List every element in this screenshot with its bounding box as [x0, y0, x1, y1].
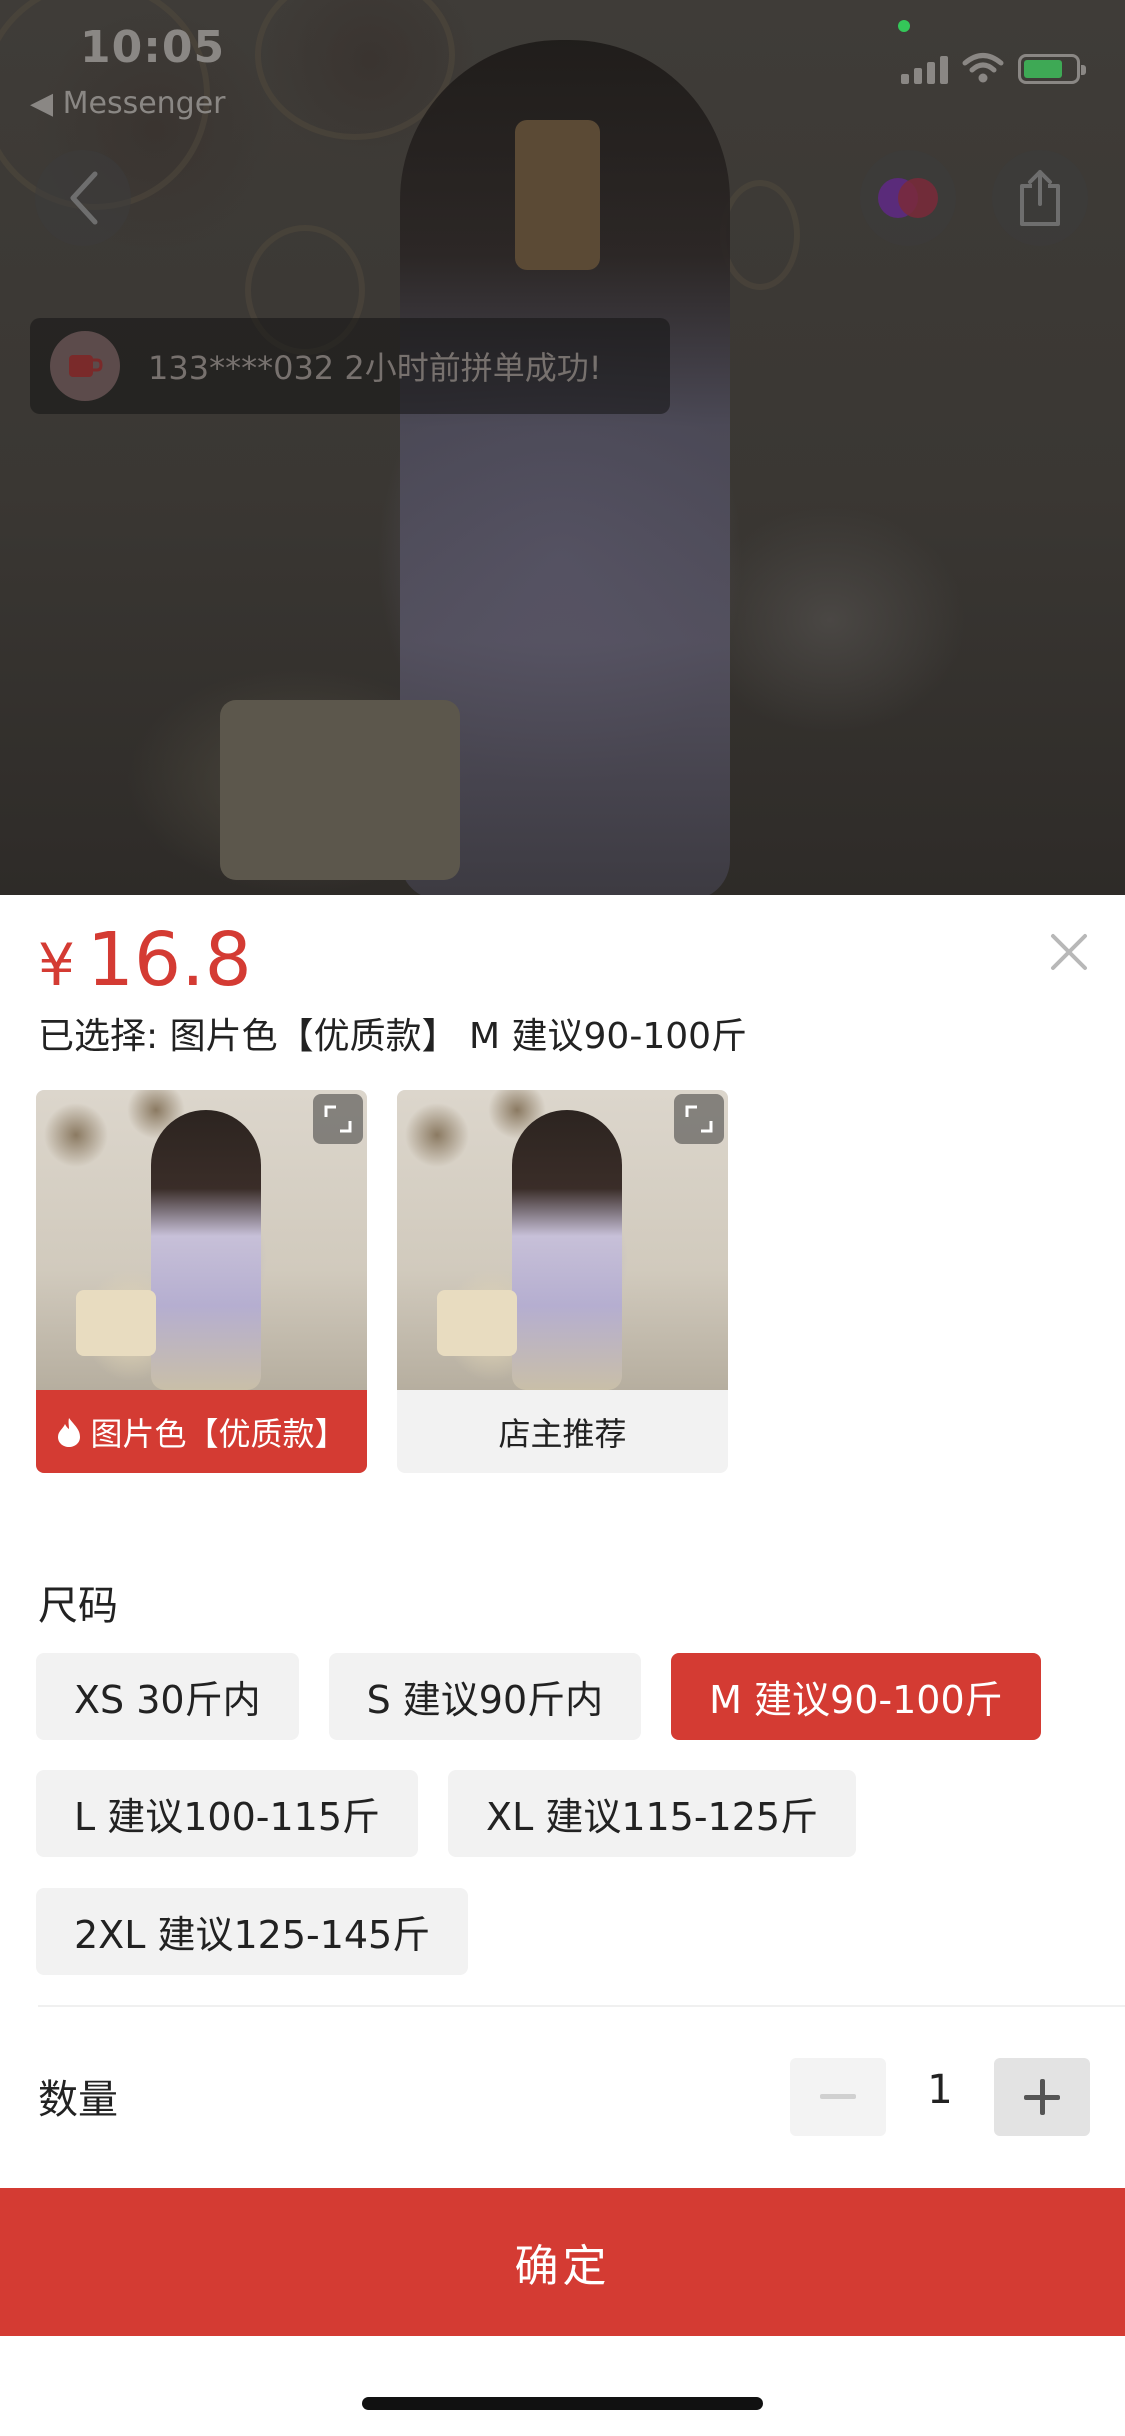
flame-icon	[58, 1417, 81, 1447]
plus-icon	[1024, 2079, 1060, 2115]
quantity-label: 数量	[38, 2077, 118, 2123]
expand-icon	[324, 1105, 352, 1133]
confirm-button[interactable]: 确定	[0, 2188, 1125, 2336]
quantity-increase-button[interactable]	[994, 2058, 1090, 2136]
size-chip-2xl[interactable]: 2XL 建议125-145斤	[36, 1888, 469, 1975]
size-chip-l[interactable]: L 建议100-115斤	[36, 1770, 419, 1857]
model-bag	[220, 700, 460, 880]
back-to-app-link[interactable]: ◀ Messenger	[30, 86, 226, 121]
share-icon	[1020, 170, 1060, 226]
size-row: XS 30斤内 S 建议90斤内 M 建议90-100斤	[36, 1653, 1041, 1740]
size-row: L 建议100-115斤 XL 建议115-125斤	[36, 1770, 857, 1857]
product-photo-backdrop[interactable]	[0, 0, 1125, 900]
notice-avatar	[50, 331, 120, 401]
divider	[38, 2005, 1125, 2007]
notice-text: 133****032 2小时前拼单成功!	[148, 349, 602, 387]
expand-button[interactable]	[674, 1094, 724, 1144]
minus-icon	[820, 2094, 856, 2099]
battery-icon	[1018, 54, 1086, 84]
color-option-1[interactable]: 图片色【优质款】	[36, 1090, 367, 1473]
sku-selection-sheet: ¥16.8 已选择: 图片色【优质款】 M 建议90-100斤 图片色【优质款】…	[0, 895, 1125, 2436]
color-options: 图片色【优质款】 店主推荐	[36, 1090, 728, 1473]
size-chip-s[interactable]: S 建议90斤内	[328, 1653, 642, 1740]
cup-icon	[69, 355, 103, 377]
price-value: 16.8	[86, 917, 252, 1003]
color-option-text: 图片色【优质款】	[90, 1414, 347, 1453]
quantity-value[interactable]: 1	[905, 2067, 975, 2113]
favorite-button[interactable]	[860, 150, 956, 246]
size-chip-xs[interactable]: XS 30斤内	[36, 1653, 299, 1740]
color-option-label: 图片色【优质款】	[36, 1390, 367, 1473]
color-option-2[interactable]: 店主推荐	[397, 1090, 728, 1473]
quantity-decrease-button[interactable]	[790, 2058, 886, 2136]
price-currency: ¥	[38, 931, 75, 999]
color-option-label: 店主推荐	[498, 1414, 627, 1453]
selected-summary: 已选择: 图片色【优质款】 M 建议90-100斤	[38, 1016, 748, 1057]
favorite-icon	[878, 178, 938, 218]
wall-decor	[720, 180, 800, 290]
status-icons	[901, 52, 1086, 84]
size-chip-m[interactable]: M 建议90-100斤	[671, 1653, 1041, 1740]
status-time: 10:05	[80, 22, 226, 73]
model-phone	[515, 120, 600, 270]
close-icon	[1051, 934, 1087, 970]
expand-icon	[685, 1105, 713, 1133]
size-chip-xl[interactable]: XL 建议115-125斤	[448, 1770, 857, 1857]
price: ¥16.8	[38, 917, 252, 1003]
close-button[interactable]	[1045, 928, 1093, 976]
size-row: 2XL 建议125-145斤	[36, 1888, 469, 1975]
signal-icon	[901, 54, 948, 84]
app-root: 10:05 ◀ Messenger 133****032 2小时前拼单成功! ¥…	[0, 0, 1125, 2436]
home-indicator[interactable]	[362, 2397, 763, 2410]
wifi-icon	[962, 53, 1004, 83]
back-icon	[70, 171, 98, 225]
privacy-indicator-dot	[898, 20, 910, 32]
expand-button[interactable]	[313, 1094, 363, 1144]
share-button[interactable]	[992, 150, 1088, 246]
group-buy-notice: 133****032 2小时前拼单成功!	[30, 318, 670, 414]
size-section-title: 尺码	[38, 1583, 118, 1629]
back-button[interactable]	[35, 150, 131, 246]
